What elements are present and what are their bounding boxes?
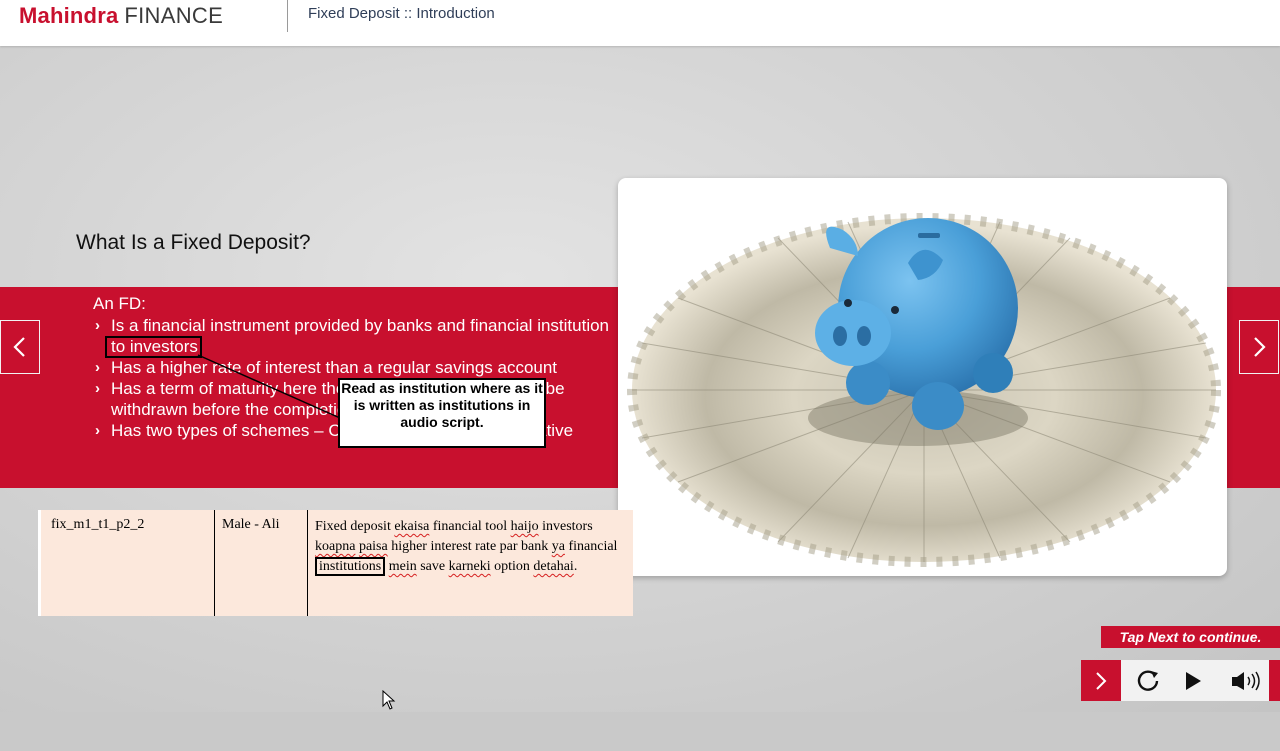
bullet-chevron-icon: › (95, 380, 100, 397)
replay-icon (1137, 670, 1159, 691)
voice-cell: Male - Ali (215, 510, 308, 616)
bottom-strip (0, 712, 1280, 751)
piggy-bank-illustration (627, 213, 1221, 567)
list-item: › Has a higher rate of interest than a r… (93, 357, 613, 378)
script-text: investors (538, 519, 593, 534)
play-icon (1186, 671, 1201, 690)
mouse-cursor-icon (382, 690, 396, 710)
chevron-right-icon (1254, 337, 1266, 357)
player-control-bar (1081, 660, 1280, 701)
logo-sub: FINANCE (124, 3, 224, 28)
control-bar-edge (1269, 660, 1280, 701)
next-button[interactable] (1081, 660, 1121, 701)
script-text: higher interest rate par bank (387, 539, 552, 554)
script-text-cell: Fixed deposit ekaisa financial tool haij… (308, 510, 633, 616)
script-word: haijo (510, 519, 539, 534)
chevron-right-icon (1096, 671, 1107, 690)
app-header: Mahindra FINANCE Fixed Deposit :: Introd… (0, 0, 1280, 46)
bullet-intro: An FD: (93, 294, 146, 313)
script-word: paisa (358, 539, 388, 554)
script-highlight-box: institutions (315, 557, 386, 576)
audio-script-table: fix_m1_t1_p2_2 Male - Ali Fixed deposit … (38, 510, 633, 616)
script-text: . (573, 559, 578, 574)
script-text: save (416, 559, 449, 574)
script-word: mein (388, 559, 417, 574)
script-word: karneki (448, 559, 491, 574)
breadcrumb: Fixed Deposit :: Introduction (308, 5, 495, 22)
piggy-bank-image (618, 178, 1227, 576)
bullet-text: Has a higher rate of interest than a reg… (111, 358, 558, 377)
bullet-chevron-icon: › (95, 317, 100, 334)
bullet-chevron-icon: › (95, 359, 100, 376)
chevron-left-icon (13, 337, 25, 357)
next-slide-button[interactable] (1239, 320, 1279, 374)
script-id-cell: fix_m1_t1_p2_2 (41, 510, 215, 616)
script-word: detahai (533, 559, 574, 574)
script-word: ekaisa (394, 519, 430, 534)
audio-button[interactable] (1225, 660, 1269, 701)
review-highlight-box (105, 336, 202, 358)
replay-button[interactable] (1127, 660, 1169, 701)
slide-title: What Is a Fixed Deposit? (76, 231, 311, 254)
mahindra-finance-logo: Mahindra FINANCE (19, 3, 223, 29)
script-text: option (490, 559, 534, 574)
script-word: ya (551, 539, 565, 554)
previous-slide-button[interactable] (0, 320, 40, 374)
header-divider (287, 0, 288, 32)
bullet-text-before: Is a financial instrument provided by ba… (111, 316, 538, 335)
script-word: koapna (315, 539, 356, 554)
review-callout: Read as institution where as it is writt… (338, 378, 546, 448)
bullet-chevron-icon: › (95, 422, 100, 439)
bullet-highlight: institution (537, 316, 610, 335)
logo-brand: Mahindra (19, 3, 119, 28)
tap-next-hint: Tap Next to continue. (1101, 626, 1280, 648)
speaker-icon (1232, 671, 1260, 690)
script-text: financial tool (429, 519, 511, 534)
play-button[interactable] (1173, 660, 1213, 701)
script-text: Fixed deposit (315, 519, 395, 534)
script-text: financial (564, 539, 618, 554)
